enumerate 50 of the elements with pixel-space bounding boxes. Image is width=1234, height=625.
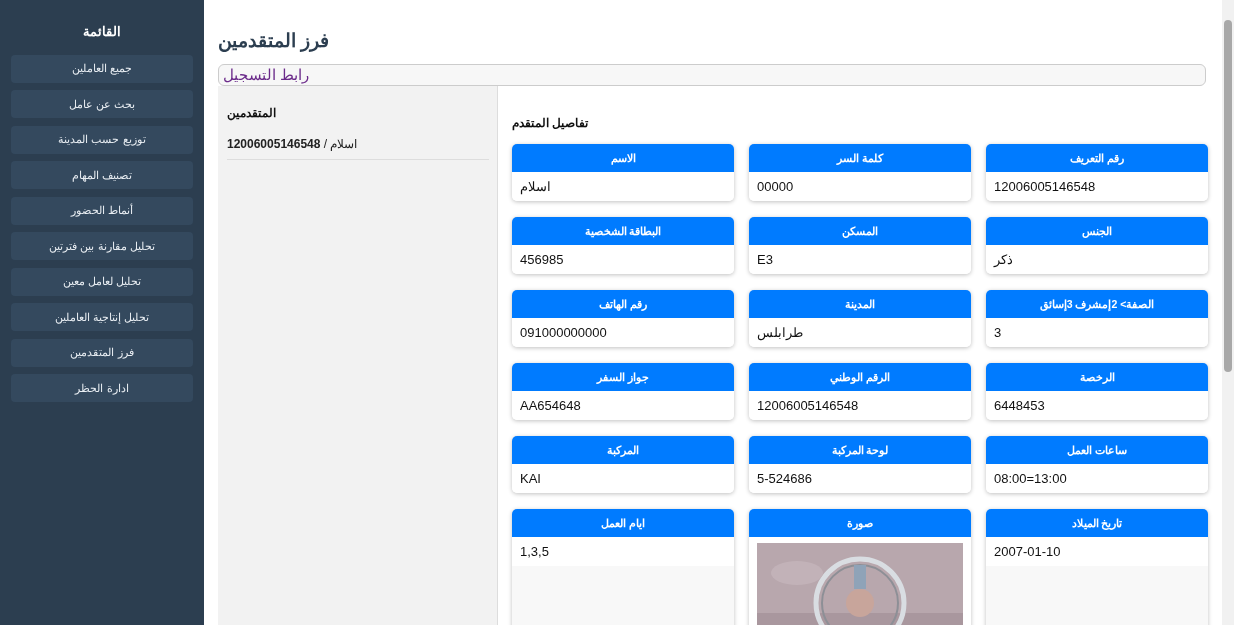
field-label: تاريخ الميلاد — [986, 509, 1208, 537]
details-title: تفاصيل المتقدم — [512, 116, 590, 130]
field-label: رقم الهاتف — [512, 290, 734, 318]
field-label: الرخصة — [986, 363, 1208, 391]
applicants-title: المتقدمين — [227, 106, 277, 120]
field-label: ايام العمل — [512, 509, 734, 537]
field-label: الجنس — [986, 217, 1208, 245]
field-value: طرابلس — [749, 318, 971, 347]
field-value: 5-524686 — [749, 464, 971, 493]
field-value: 3 — [986, 318, 1208, 347]
field-label: الرقم الوطني — [749, 363, 971, 391]
field-value: 091000000000 — [512, 318, 734, 347]
field-value: 2007-01-10 — [986, 537, 1208, 566]
field-label: صورة — [749, 509, 971, 537]
field-label: كلمة السر — [749, 144, 971, 172]
field-label: لوحة المركبة — [749, 436, 971, 464]
field-label: المسكن — [749, 217, 971, 245]
field-value: KAI — [512, 464, 734, 493]
field-label: الاسم — [512, 144, 734, 172]
field-value: 00000 — [749, 172, 971, 201]
menu-button[interactable]: تصنيف المهام — [11, 161, 193, 189]
field-value: اسلام — [512, 172, 734, 201]
menu-button[interactable]: أنماط الحضور — [11, 196, 193, 225]
field-label: الصفة> 2إمشرف 3إسائق — [986, 290, 1208, 318]
menu-title: القائمة — [82, 23, 122, 41]
menu-button[interactable]: تحليل إنتاجية العاملين — [11, 303, 193, 331]
menu-button[interactable]: جميع العاملين — [11, 54, 193, 83]
menu-button[interactable]: توزيع حسب المدينة — [11, 125, 193, 154]
registration-link[interactable]: رابط التسجيل — [218, 64, 1206, 86]
field-value: ذكر — [986, 245, 1208, 274]
menu-button[interactable]: تحليل مقارنة بين فترتين — [11, 232, 193, 260]
field-value: 08:00=13:00 — [986, 464, 1208, 493]
field-label: ساعات العمل — [986, 436, 1208, 464]
menu-button[interactable]: فرز المتقدمين — [11, 338, 193, 367]
field-value: 12006005146548 — [749, 391, 971, 420]
field-value: 12006005146548 — [986, 172, 1208, 201]
field-label: جواز السفر — [512, 363, 734, 391]
field-label: رقم التعريف — [986, 144, 1208, 172]
menu-button[interactable]: ادارة الحظر — [11, 374, 193, 402]
field-value: 6448453 — [986, 391, 1208, 420]
menu-button[interactable]: تحليل لعامل معين — [11, 267, 193, 296]
field-label: البطاقة الشخصية — [512, 217, 734, 245]
field-label: المركبة — [512, 436, 734, 464]
menu-button[interactable]: بحث عن عامل — [11, 90, 193, 118]
field-value: 1,3,5 — [512, 537, 734, 566]
field-value: E3 — [749, 245, 971, 274]
page-title: فرز المتقدمين — [218, 29, 331, 52]
field-label: المدينة — [749, 290, 971, 318]
field-value: AA654648 — [512, 391, 734, 420]
field-value: 456985 — [512, 245, 734, 274]
